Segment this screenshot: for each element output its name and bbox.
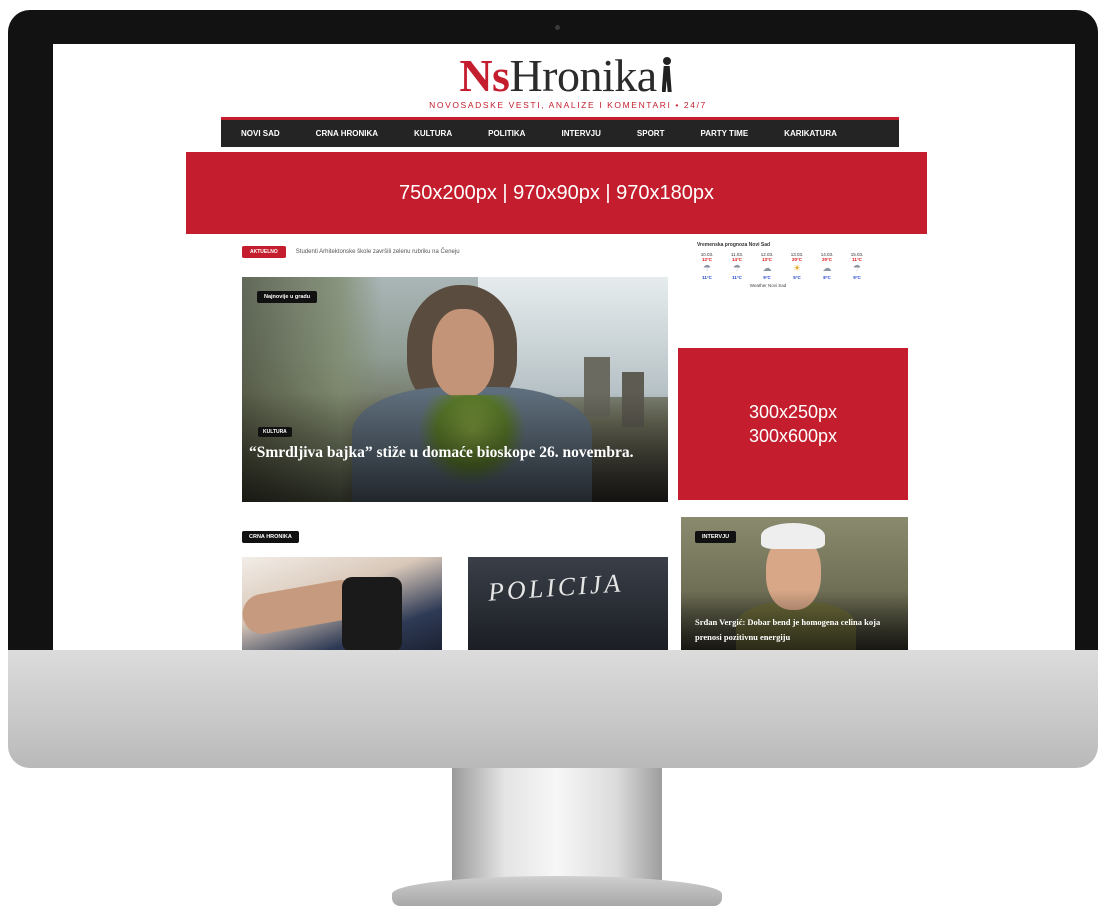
ad-leaderboard-sizes: 750x200px | 970x90px | 970x180px bbox=[398, 182, 715, 204]
hero-badge: Najnovije u gradu bbox=[257, 291, 318, 303]
weather-day: 14.03. 20°C ☁ 8°C bbox=[813, 252, 841, 280]
monitor-stand-base bbox=[392, 876, 722, 906]
nav-item-party-time[interactable]: PARTY TIME bbox=[700, 129, 748, 138]
weather-day: 12.03. 13°C ☁ 9°C bbox=[753, 252, 781, 280]
sun-cloud-icon: ☀ bbox=[792, 263, 802, 273]
monitor-chin bbox=[8, 650, 1098, 768]
article-thumbnail[interactable]: POLICIJA bbox=[468, 557, 668, 650]
monitor-stand bbox=[452, 768, 662, 880]
weather-title: Vremenska prognoza Novi Sad bbox=[697, 242, 771, 248]
policija-text: POLICIJA bbox=[487, 568, 625, 607]
nav-item-karikatura[interactable]: KARIKATURA bbox=[784, 129, 837, 138]
weather-widget: Vremenska prognoza Novi Sad 10.03. 12°C … bbox=[693, 242, 893, 322]
logo-man-icon bbox=[657, 57, 677, 93]
nav-item-kultura[interactable]: KULTURA bbox=[414, 129, 452, 138]
cloud-icon: ☁ bbox=[762, 263, 772, 273]
site-tagline: NOVOSADSKE VESTI, ANALIZE I KOMENTARI • … bbox=[429, 100, 707, 110]
news-ticker: AKTUELNO Studenti Arhitektonske škole za… bbox=[242, 245, 542, 259]
nav-item-crna-hronika[interactable]: CRNA HRONIKA bbox=[316, 129, 378, 138]
rain-icon: ☂ bbox=[732, 263, 742, 273]
nav-item-sport[interactable]: SPORT bbox=[637, 129, 665, 138]
interview-article[interactable]: INTERVJU Srđan Vergić: Dobar bend je hom… bbox=[681, 517, 908, 650]
weather-day: 11.03. 14°C ☂ 11°C bbox=[723, 252, 751, 280]
nav-item-novi-sad[interactable]: NOVI SAD bbox=[241, 129, 280, 138]
rain-icon: ☂ bbox=[852, 263, 862, 273]
weather-day: 13.03. 20°C ☀ 5°C bbox=[783, 252, 811, 280]
article-thumbnail[interactable] bbox=[242, 557, 442, 650]
section-crna-hronika-badge[interactable]: CRNA HRONIKA bbox=[242, 531, 299, 543]
ad-banner-rectangle[interactable]: 300x250px 300x600px bbox=[678, 348, 908, 500]
weather-credit[interactable]: Weather Novi Sad bbox=[693, 283, 843, 288]
interview-badge[interactable]: INTERVJU bbox=[695, 531, 737, 543]
site-logo[interactable]: NsHronika NOVOSADSKE VESTI, ANALIZE I KO… bbox=[403, 53, 733, 116]
weather-day: 10.03. 12°C ☂ 11°C bbox=[693, 252, 721, 280]
camera-icon bbox=[555, 25, 560, 30]
ticker-headline[interactable]: Studenti Arhitektonske škole završili ze… bbox=[296, 249, 460, 255]
ad-banner-leaderboard[interactable]: 750x200px | 970x90px | 970x180px bbox=[186, 152, 927, 234]
interview-title[interactable]: Srđan Vergić: Dobar bend je homogena cel… bbox=[695, 615, 900, 645]
nav-item-intervju[interactable]: INTERVJU bbox=[561, 129, 600, 138]
weather-forecast: 10.03. 12°C ☂ 11°C 11.03. 14°C ☂ 11°C 12… bbox=[693, 252, 893, 280]
hero-title[interactable]: “Smrdljiva bajka” stiže u domaće bioskop… bbox=[249, 442, 649, 464]
ticker-badge: AKTUELNO bbox=[242, 246, 286, 258]
rain-icon: ☂ bbox=[702, 263, 712, 273]
weather-day: 15.03. 11°C ☂ 9°C bbox=[843, 252, 871, 280]
hero-category-badge[interactable]: KULTURA bbox=[258, 427, 292, 437]
logo-wordmark: NsHronika bbox=[403, 53, 733, 99]
cloud-icon: ☁ bbox=[822, 263, 832, 273]
main-nav: NOVI SAD CRNA HRONIKA KULTURA POLITIKA I… bbox=[221, 117, 899, 147]
ad-rectangle-sizes: 300x250px 300x600px bbox=[748, 402, 838, 446]
hero-article[interactable]: Najnovije u gradu KULTURA “Smrdljiva baj… bbox=[242, 277, 668, 502]
website-screen: NsHronika NOVOSADSKE VESTI, ANALIZE I KO… bbox=[53, 44, 1075, 650]
nav-item-politika[interactable]: POLITIKA bbox=[488, 129, 525, 138]
